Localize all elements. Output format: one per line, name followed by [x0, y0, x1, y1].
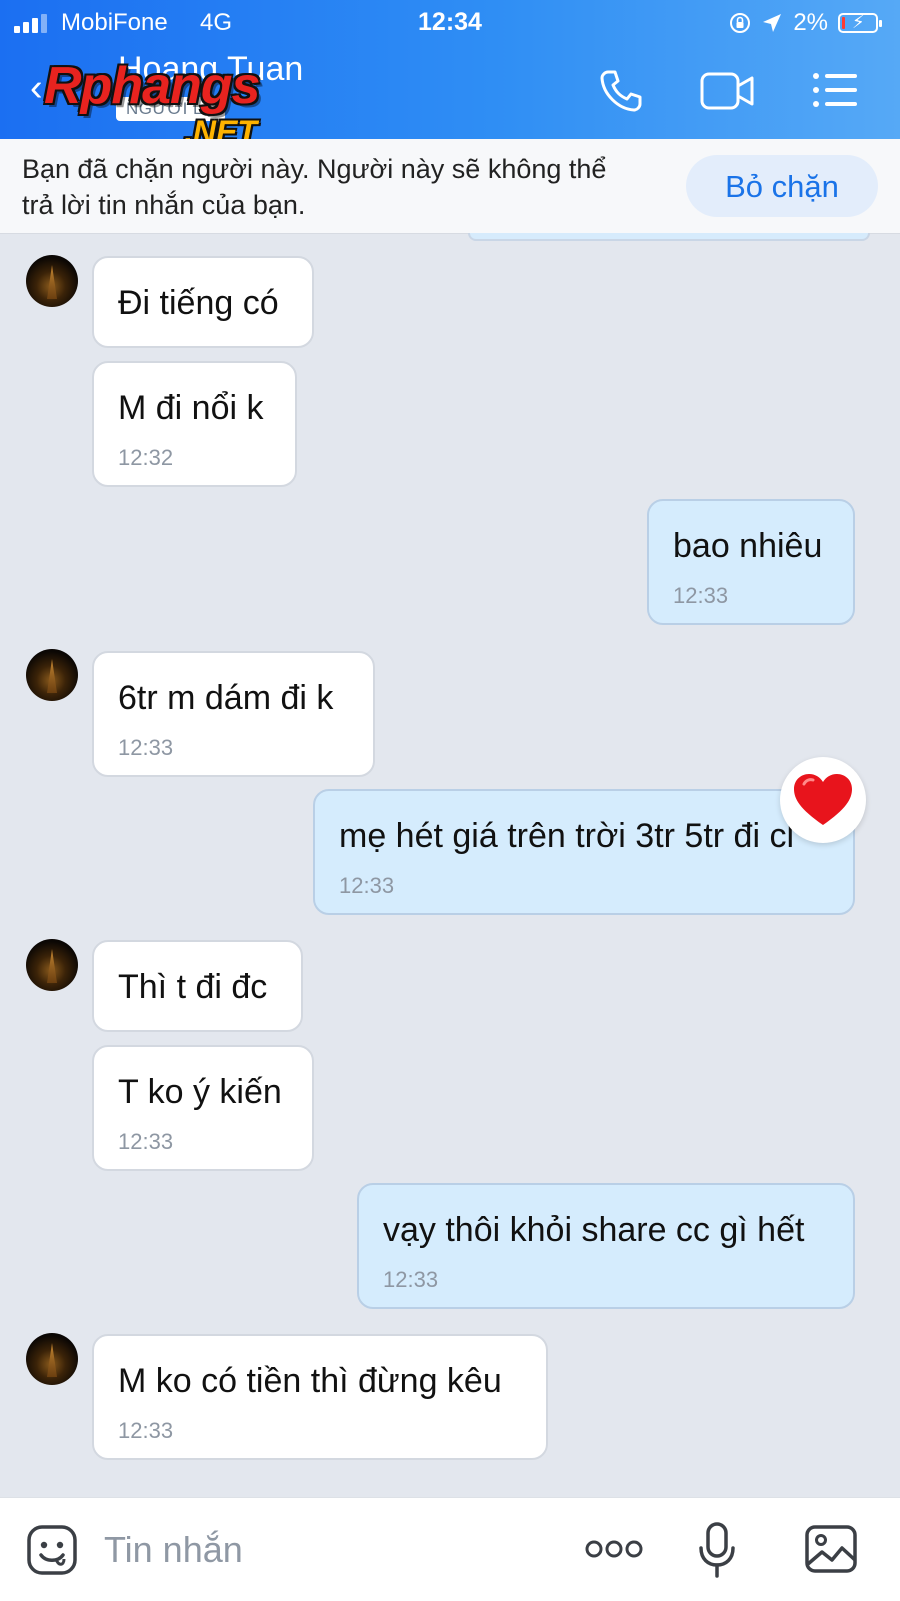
incoming-message[interactable]: T ko ý kiến 12:33: [92, 1045, 314, 1171]
message-input-bar: [0, 1497, 900, 1601]
battery-icon: ⚡: [838, 12, 882, 33]
blocked-notice-text: Bạn đã chặn người này. Người này sẽ khôn…: [22, 154, 607, 220]
blocked-banner: Bạn đã chặn người này. Người này sẽ khôn…: [0, 139, 900, 234]
chat-header: MobiFone 4G 12:34 2% ⚡ ‹ Hoang Tuan NGƯỜ…: [0, 0, 900, 150]
incoming-message[interactable]: Đi tiếng có: [92, 256, 314, 348]
message-time: 12:33: [118, 1129, 174, 1154]
microphone-icon[interactable]: [698, 1522, 736, 1578]
contact-avatar[interactable]: [26, 939, 78, 991]
video-call-icon[interactable]: [700, 70, 756, 112]
heart-icon: [794, 774, 852, 825]
message-text: bao nhiêu: [673, 527, 823, 565]
more-icon[interactable]: [585, 1538, 643, 1560]
menu-list-icon[interactable]: [812, 72, 858, 108]
message-time: 12:33: [339, 873, 395, 898]
contact-avatar[interactable]: [26, 1333, 78, 1385]
message-time: 12:32: [118, 445, 174, 470]
message-time: 12:33: [383, 1267, 439, 1292]
message-text: Đi tiếng có: [118, 284, 279, 322]
reaction-badge[interactable]: [780, 757, 866, 843]
location-arrow-icon: [763, 14, 782, 32]
message-text: 6tr m dám đi k: [118, 679, 334, 717]
unblock-button[interactable]: Bỏ chặn: [686, 155, 878, 217]
message-input[interactable]: [102, 1524, 576, 1576]
contact-avatar[interactable]: [26, 649, 78, 701]
incoming-message[interactable]: 6tr m dám đi k 12:33: [92, 651, 375, 777]
outgoing-message[interactable]: vạy thôi khỏi share cc gì hết 12:33: [357, 1183, 855, 1309]
incoming-message[interactable]: M đi nổi k 12:32: [92, 361, 297, 487]
status-right-group: 2% ⚡: [729, 9, 882, 37]
battery-percent: 2%: [793, 9, 828, 36]
message-text: Thì t đi đc: [118, 968, 268, 1006]
phone-icon[interactable]: [598, 68, 644, 114]
status-bar: MobiFone 4G 12:34 2% ⚡: [0, 0, 900, 44]
image-icon[interactable]: [804, 1524, 858, 1574]
previous-message-edge: [468, 233, 870, 241]
message-text: M đi nổi k: [118, 389, 264, 427]
incoming-message[interactable]: M ko có tiền thì đừng kêu 12:33: [92, 1334, 548, 1460]
back-button[interactable]: ‹: [30, 68, 43, 108]
watermark-main-text: Rphangs: [44, 57, 260, 115]
incoming-message[interactable]: Thì t đi đc: [92, 940, 303, 1032]
contact-avatar[interactable]: [26, 255, 78, 307]
message-text: mẹ hét giá trên trời 3tr 5tr đi cl: [339, 817, 795, 855]
message-time: 12:33: [673, 583, 729, 608]
sticker-icon[interactable]: [26, 1524, 78, 1576]
outgoing-message[interactable]: mẹ hét giá trên trời 3tr 5tr đi cl 12:33: [313, 789, 855, 915]
message-time: 12:33: [118, 1418, 174, 1443]
message-time: 12:33: [118, 735, 174, 760]
message-text: M ko có tiền thì đừng kêu: [118, 1362, 502, 1400]
message-text: T ko ý kiến: [118, 1073, 282, 1111]
watermark-logo: Rphangs .NET: [44, 56, 314, 151]
message-text: vạy thôi khỏi share cc gì hết: [383, 1211, 805, 1249]
rotation-lock-icon: [730, 13, 751, 33]
outgoing-message[interactable]: bao nhiêu 12:33: [647, 499, 855, 625]
